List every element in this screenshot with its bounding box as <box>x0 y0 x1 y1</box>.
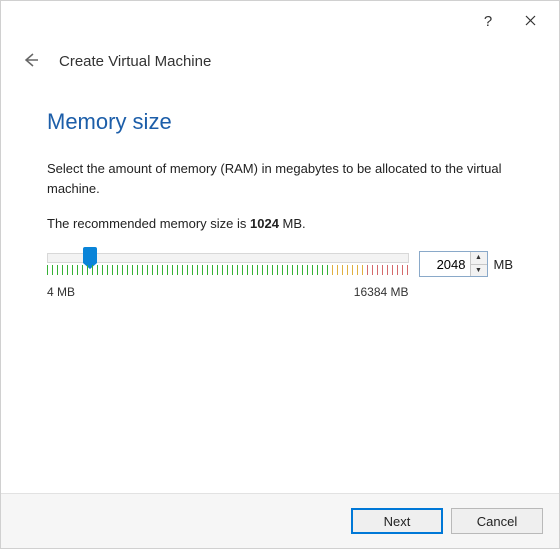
slider-ticks <box>47 265 409 275</box>
chevron-up-icon: ▲ <box>475 254 482 261</box>
content-area: Memory size Select the amount of memory … <box>1 109 559 299</box>
spin-up-button[interactable]: ▲ <box>471 252 487 264</box>
recommended-value: 1024 <box>250 216 279 231</box>
chevron-down-icon: ▼ <box>475 267 482 274</box>
header-row: Create Virtual Machine <box>1 41 559 91</box>
memory-unit-label: MB <box>494 257 514 272</box>
slider-min-label: 4 MB <box>47 285 75 299</box>
dialog-window: ? Create Virtual Machine Memory size Sel… <box>0 0 560 549</box>
close-icon <box>525 13 536 30</box>
help-button[interactable]: ? <box>467 6 509 36</box>
slider-range-labels: 4 MB 16384 MB <box>47 285 409 299</box>
dialog-title: Create Virtual Machine <box>59 53 211 70</box>
help-icon: ? <box>484 13 492 30</box>
section-heading: Memory size <box>47 109 513 135</box>
memory-spin-group: ▲ ▼ MB <box>419 251 514 277</box>
spin-down-button[interactable]: ▼ <box>471 264 487 277</box>
slider-max-label: 16384 MB <box>354 285 409 299</box>
description-text: Select the amount of memory (RAM) in meg… <box>47 159 513 198</box>
memory-input[interactable] <box>420 252 470 276</box>
memory-spinbox: ▲ ▼ <box>419 251 488 277</box>
spinner-buttons: ▲ ▼ <box>470 252 487 276</box>
slider-row: 4 MB 16384 MB ▲ ▼ MB <box>47 253 513 299</box>
back-button[interactable] <box>19 49 43 73</box>
footer: Next Cancel <box>1 493 559 548</box>
recommended-suffix: MB. <box>279 216 306 231</box>
memory-slider[interactable]: 4 MB 16384 MB <box>47 253 409 299</box>
arrow-left-icon <box>23 52 39 71</box>
close-button[interactable] <box>509 6 551 36</box>
titlebar: ? <box>1 1 559 41</box>
recommended-prefix: The recommended memory size is <box>47 216 250 231</box>
next-button[interactable]: Next <box>351 508 443 534</box>
cancel-button[interactable]: Cancel <box>451 508 543 534</box>
recommended-text: The recommended memory size is 1024 MB. <box>47 216 513 231</box>
slider-track <box>47 253 409 263</box>
